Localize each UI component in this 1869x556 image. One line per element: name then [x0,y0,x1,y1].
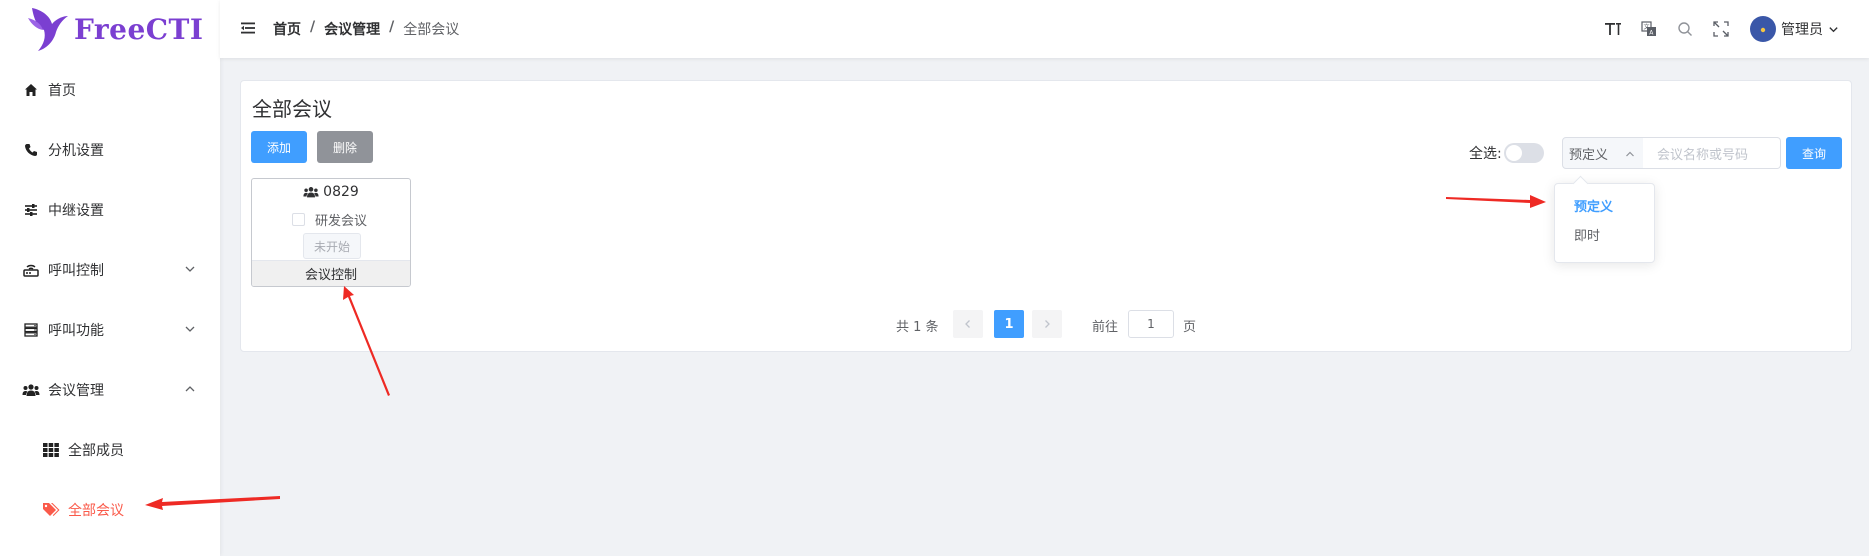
conference-name: 研发会议 [315,214,368,229]
users-icon [303,187,319,198]
pagination-next-button[interactable] [1032,310,1062,338]
conference-status-badge: 未开始 [303,233,361,259]
router-icon [22,261,40,279]
delete-button[interactable]: 删除 [317,131,373,163]
conference-type-value: 预定义 [1569,147,1609,163]
conference-type-dropdown: 预定义 即时 [1554,183,1655,263]
pagination-page-suffix: 页 [1183,320,1197,335]
hamburger-icon[interactable] [240,20,256,36]
breadcrumb: 首页 / 会议管理 / 全部会议 [273,19,459,39]
sidebar-item-trunk[interactable]: 中继设置 [0,186,220,234]
search-placeholder: 会议名称或号码 [1657,147,1749,163]
breadcrumb-separator: / [389,19,395,35]
server-icon [22,321,40,339]
sidebar: FreeCTI 首页 分机设置 中继设置 呼叫控制 呼叫功能 会议管理 全部成员… [0,0,220,556]
sidebar-item-home[interactable]: 首页 [0,66,220,114]
pagination-page-1[interactable]: 1 [994,310,1024,338]
sidebar-item-label: 首页 [48,83,76,99]
chevron-right-icon [1045,320,1050,328]
breadcrumb-conference-management[interactable]: 会议管理 [324,19,380,39]
avatar[interactable] [1750,16,1776,42]
chevron-down-icon [185,266,195,272]
select-all-switch[interactable] [1503,143,1544,163]
grid-icon [42,441,60,459]
translate-icon[interactable]: 文A [1640,20,1658,38]
select-all-label: 全选: [1469,146,1502,162]
sidebar-item-call-control[interactable]: 呼叫控制 [0,246,220,294]
dropdown-option-instant[interactable]: 即时 [1574,225,1600,244]
conference-panel: 全部会议 添加 删除 全选: 预定义 会议名称或号码 查询 预定义 即时 082… [240,80,1852,352]
pagination-prev-button[interactable] [953,310,983,338]
sliders-icon [22,201,40,219]
tags-icon [42,501,60,519]
pagination-goto-input[interactable]: 1 [1128,310,1174,338]
search-icon[interactable] [1676,20,1694,38]
logo-bird-icon [28,8,68,51]
conference-card: 0829 研发会议 未开始 会议控制 [251,178,411,287]
sidebar-item-label: 中继设置 [48,203,104,219]
sidebar-item-label: 全部会议 [68,503,124,519]
chevron-left-icon [965,320,970,328]
query-button[interactable]: 查询 [1786,137,1842,169]
logo[interactable]: FreeCTI [0,0,220,58]
pagination: 共 1 条 1 前往 1 页 [241,310,1851,338]
phone-icon [22,141,40,159]
sidebar-item-all-members[interactable]: 全部成员 [0,426,220,474]
breadcrumb-current: 全部会议 [403,22,460,38]
users-icon [22,381,40,399]
page-title: 全部会议 [252,97,332,121]
logo-text: FreeCTI [74,12,204,46]
user-name[interactable]: 管理员 [1781,19,1823,39]
chevron-down-icon[interactable] [1828,24,1839,35]
conference-control-button[interactable]: 会议控制 [252,260,410,286]
chevron-up-icon [1626,151,1634,157]
sidebar-item-conference-management[interactable]: 会议管理 [0,366,220,414]
conference-number: 0829 [323,184,359,200]
chevron-down-icon [185,326,195,332]
conference-checkbox[interactable] [292,213,305,226]
sidebar-item-label: 呼叫控制 [48,263,104,279]
sidebar-item-label: 全部成员 [68,443,124,459]
top-header: 首页 / 会议管理 / 全部会议 文A 管理员 [220,0,1869,58]
conference-number-row: 0829 [252,184,410,200]
fullscreen-icon[interactable] [1712,20,1730,38]
breadcrumb-separator: / [310,19,316,35]
chevron-up-icon [185,386,195,392]
sidebar-item-label: 呼叫功能 [48,323,104,339]
font-size-icon[interactable] [1604,20,1622,38]
sidebar-item-all-conferences[interactable]: 全部会议 [0,486,220,534]
sidebar-item-call-function[interactable]: 呼叫功能 [0,306,220,354]
sidebar-item-label: 会议管理 [48,383,104,399]
header-toolbar: 文A 管理员 [1586,0,1839,58]
conference-type-select[interactable]: 预定义 [1562,137,1644,169]
sidebar-item-extension[interactable]: 分机设置 [0,126,220,174]
add-button[interactable]: 添加 [251,131,307,163]
pagination-goto-label: 前往 [1092,320,1119,335]
home-icon [22,81,40,99]
search-input[interactable]: 会议名称或号码 [1643,137,1781,169]
breadcrumb-home[interactable]: 首页 [273,19,301,39]
select-all: 全选: [1469,143,1544,163]
pagination-total: 共 1 条 [896,320,939,335]
dropdown-option-predefined[interactable]: 预定义 [1574,196,1613,215]
sidebar-item-label: 分机设置 [48,143,104,159]
conference-name-row: 研发会议 [292,210,367,229]
